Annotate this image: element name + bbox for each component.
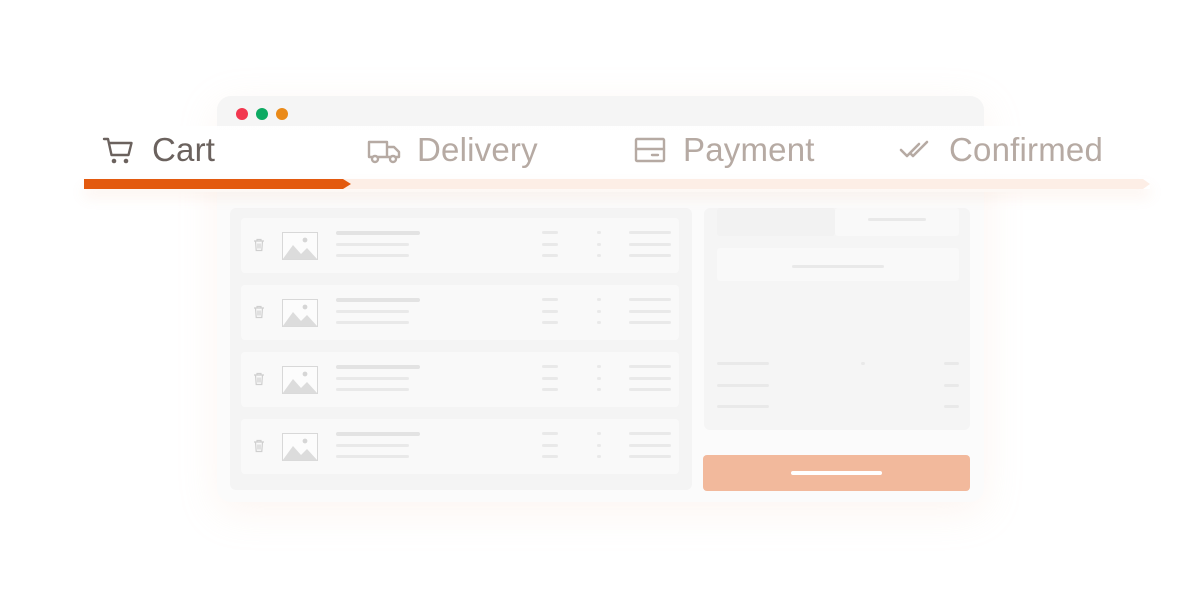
cart-items-panel: [230, 208, 692, 490]
double-check-icon: [899, 140, 929, 158]
close-window-button[interactable]: [236, 108, 248, 120]
image-placeholder-icon: [282, 299, 318, 327]
step-delivery[interactable]: Delivery: [367, 130, 538, 170]
checkout-stepper: Cart Delivery Payment Confirmed: [84, 126, 1150, 198]
summary-tab-box: [717, 208, 835, 236]
cart-item-row: [241, 285, 679, 340]
card-icon: [634, 137, 666, 163]
step-delivery-label: Delivery: [417, 131, 538, 168]
cart-item-row: [241, 218, 679, 273]
window-titlebar: [217, 96, 984, 130]
trash-icon[interactable]: [252, 238, 266, 252]
cart-item-row: [241, 419, 679, 474]
image-placeholder-icon: [282, 232, 318, 260]
step-cart-label: Cart: [152, 131, 216, 168]
minimize-window-button[interactable]: [256, 108, 268, 120]
step-cart[interactable]: Cart: [102, 130, 215, 170]
step-payment-label: Payment: [683, 131, 815, 168]
maximize-window-button[interactable]: [276, 108, 288, 120]
stepper-progress-track: [84, 179, 1150, 189]
step-confirmed[interactable]: Confirmed: [899, 130, 1103, 170]
summary-tab-box: [835, 208, 959, 236]
cart-icon: [102, 137, 133, 164]
cart-item-row: [241, 352, 679, 407]
image-placeholder-icon: [282, 433, 318, 461]
trash-icon[interactable]: [252, 439, 266, 453]
step-payment[interactable]: Payment: [633, 130, 815, 170]
trash-icon[interactable]: [252, 305, 266, 319]
truck-icon: [367, 140, 401, 164]
image-placeholder-icon: [282, 366, 318, 394]
promo-code-box: [717, 248, 959, 281]
order-summary-panel: [704, 208, 970, 430]
trash-icon[interactable]: [252, 372, 266, 386]
checkout-button-label-placeholder: [791, 471, 882, 475]
progress-track-completed: [84, 179, 351, 189]
checkout-button[interactable]: [703, 455, 970, 491]
step-confirmed-label: Confirmed: [949, 131, 1104, 168]
